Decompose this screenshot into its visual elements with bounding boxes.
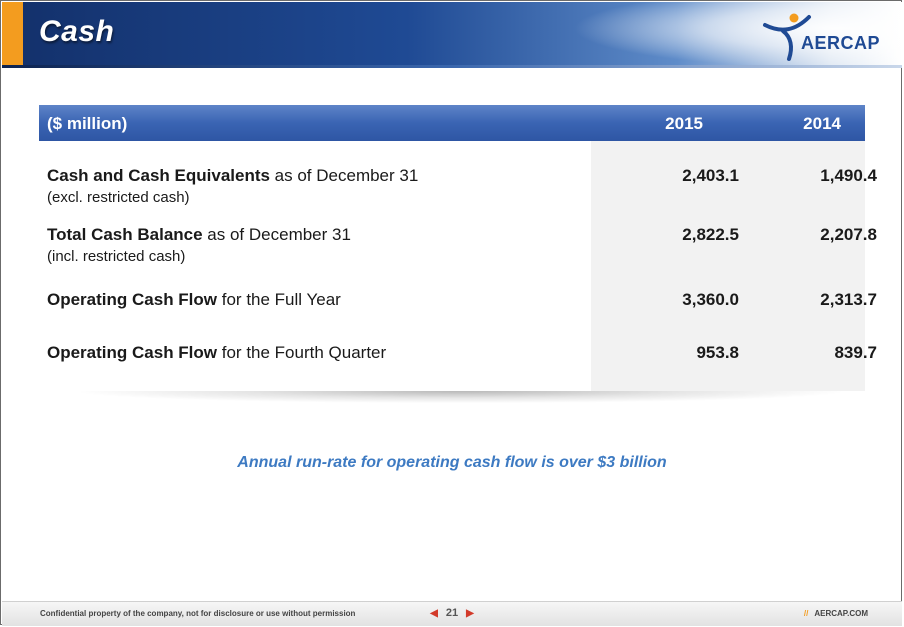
row-label: Operating Cash Flow for the Full Year: [47, 290, 865, 310]
header-units: ($ million): [47, 114, 128, 133]
row-sublabel: (excl. restricted cash): [47, 189, 190, 206]
footer-site[interactable]: // AERCAP.COM: [804, 609, 868, 618]
header-2014: 2014: [803, 114, 841, 133]
accent-stripe: [2, 2, 23, 68]
value-2014: 1,490.4: [820, 166, 877, 185]
row-label: Total Cash Balance as of December 31: [47, 225, 865, 245]
table-shadow: [81, 391, 841, 403]
row-label: Operating Cash Flow for the Fourth Quart…: [47, 343, 865, 363]
value-2015: 2,403.1: [682, 166, 739, 185]
next-page-icon[interactable]: ▶: [466, 608, 474, 619]
header-underline: [2, 65, 902, 68]
row-label-bold: Operating Cash Flow: [47, 290, 218, 309]
value-2015: 953.8: [696, 343, 739, 362]
row-label-bold: Operating Cash Flow: [47, 343, 218, 362]
row-label-rest: for the Fourth Quarter: [217, 343, 387, 362]
value-2014: 2,313.7: [820, 290, 877, 309]
header-2015: 2015: [665, 114, 703, 133]
slide-title: Cash: [39, 15, 115, 48]
slide-frame: Cash AERCAP ($ million) 2015 2014 Cash a…: [0, 0, 902, 626]
page-number: 21: [445, 607, 459, 619]
row-sublabel: (incl. restricted cash): [47, 248, 186, 265]
value-2015: 3,360.0: [682, 290, 739, 309]
value-2014: 2,207.8: [820, 225, 877, 244]
table-row: Cash and Cash Equivalents as of December…: [47, 166, 865, 206]
slash-icon: //: [803, 609, 809, 618]
row-label: Cash and Cash Equivalents as of December…: [47, 166, 865, 186]
site-url: AERCAP.COM: [814, 609, 868, 618]
row-label-rest: as of December 31: [269, 166, 419, 185]
row-label-rest: for the Full Year: [217, 290, 341, 309]
table-row: Operating Cash Flow for the Full Year: [47, 290, 865, 310]
table-row: Operating Cash Flow for the Fourth Quart…: [47, 343, 865, 363]
page-indicator: ◀ 21 ▶: [2, 607, 902, 619]
value-2014: 839.7: [834, 343, 877, 362]
row-label-rest: as of December 31: [202, 225, 351, 244]
row-label-bold: Cash and Cash Equivalents: [47, 166, 270, 185]
value-2015: 2,822.5: [682, 225, 739, 244]
slide-footer: Confidential property of the company, no…: [2, 601, 902, 626]
table-header: ($ million) 2015 2014: [39, 105, 865, 141]
summary-note: Annual run-rate for operating cash flow …: [237, 454, 667, 471]
row-label-bold: Total Cash Balance: [47, 225, 203, 244]
logo-wordmark: AERCAP: [801, 33, 881, 53]
prev-page-icon[interactable]: ◀: [430, 608, 438, 619]
table-row: Total Cash Balance as of December 31 (in…: [47, 225, 865, 265]
